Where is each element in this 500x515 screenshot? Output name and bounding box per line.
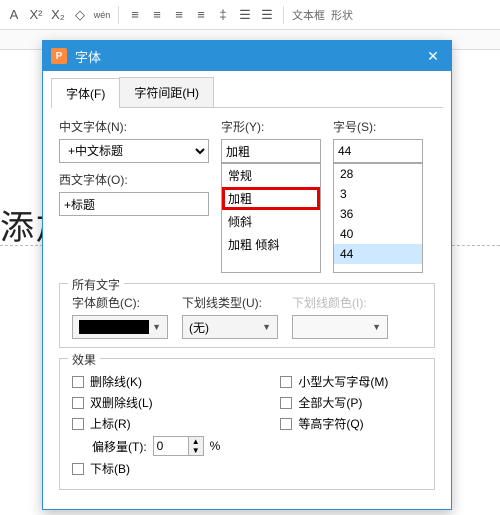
double-strike-checkbox[interactable]: 双删除线(L)	[72, 394, 220, 411]
cn-font-label: 中文字体(N):	[59, 118, 209, 135]
offset-label: 偏移量(T):	[92, 438, 147, 455]
size-option[interactable]: 36	[334, 204, 422, 224]
size-input[interactable]	[333, 139, 423, 163]
underline-color-label: 下划线颜色(I):	[292, 294, 388, 311]
numbering-icon[interactable]: ☰	[259, 7, 275, 23]
tab-font[interactable]: 字体(F)	[51, 78, 120, 108]
effects-legend: 效果	[68, 351, 100, 368]
dialog-tabs: 字体(F) 字符间距(H)	[51, 77, 443, 108]
underline-type-value: (无)	[189, 319, 209, 336]
size-option[interactable]: 28	[334, 164, 422, 184]
tab-spacing[interactable]: 字符间距(H)	[119, 77, 214, 107]
style-option[interactable]: 加粗	[222, 187, 320, 210]
cn-font-select[interactable]: +中文标题	[59, 139, 209, 163]
font-color-icon[interactable]: A	[6, 7, 22, 23]
font-color-dropdown[interactable]: ▼	[72, 315, 168, 339]
style-option[interactable]: 倾斜	[222, 210, 320, 233]
close-button[interactable]: ✕	[423, 48, 443, 65]
subscript-checkbox[interactable]: 下标(B)	[72, 460, 220, 477]
style-option[interactable]: 加粗 倾斜	[222, 233, 320, 256]
chevron-down-icon: ▼	[372, 322, 381, 332]
phonetic-icon[interactable]: wén	[94, 7, 110, 23]
style-option[interactable]: 常规	[222, 164, 320, 187]
all-text-legend: 所有文字	[68, 276, 124, 293]
underline-color-dropdown: ▼	[292, 315, 388, 339]
west-font-label: 西文字体(O):	[59, 171, 209, 188]
shape-label[interactable]: 形状	[331, 7, 353, 23]
west-font-input[interactable]	[59, 192, 209, 216]
clear-format-icon[interactable]: ◇	[72, 7, 88, 23]
size-option[interactable]: 3	[334, 184, 422, 204]
color-swatch	[79, 320, 149, 334]
underline-type-dropdown[interactable]: (无) ▼	[182, 315, 278, 339]
justify-icon[interactable]: ≡	[193, 7, 209, 23]
size-option[interactable]: 44	[334, 244, 422, 264]
editor-toolbar: A X² X₂ ◇ wén ≡ ≡ ≡ ≡ ‡ ☰ ☰ 文本框 形状	[0, 0, 500, 30]
style-listbox[interactable]: 常规 加粗 倾斜 加粗 倾斜	[221, 163, 321, 273]
allcaps-checkbox[interactable]: 全部大写(P)	[280, 394, 388, 411]
offset-row: 偏移量(T): ▲▼ %	[92, 436, 220, 456]
size-option[interactable]: 40	[334, 224, 422, 244]
align-right-icon[interactable]: ≡	[171, 7, 187, 23]
align-center-icon[interactable]: ≡	[149, 7, 165, 23]
offset-spinner[interactable]: ▲▼	[153, 436, 204, 456]
chevron-down-icon: ▼	[152, 322, 161, 332]
size-listbox[interactable]: 28 3 36 40 44	[333, 163, 423, 273]
effects-group: 效果 删除线(K) 双删除线(L) 上标(R) 偏移量(T): ▲▼ % 下标(…	[59, 358, 435, 490]
offset-input[interactable]	[153, 436, 189, 456]
smallcaps-checkbox[interactable]: 小型大写字母(M)	[280, 373, 388, 390]
font-color-label: 字体颜色(C):	[72, 294, 168, 311]
offset-unit: %	[210, 439, 221, 453]
size-label: 字号(S):	[333, 118, 423, 135]
app-logo-icon: P	[51, 48, 67, 64]
strike-checkbox[interactable]: 删除线(K)	[72, 373, 220, 390]
spin-down-icon[interactable]: ▼	[189, 446, 203, 455]
underline-type-label: 下划线类型(U):	[182, 294, 278, 311]
spin-up-icon[interactable]: ▲	[189, 437, 203, 446]
textbox-label[interactable]: 文本框	[292, 7, 325, 23]
align-left-icon[interactable]: ≡	[127, 7, 143, 23]
dialog-title: 字体	[75, 47, 423, 66]
all-text-group: 所有文字 字体颜色(C): ▼ 下划线类型(U): (无)▼ 下划线颜色(I):…	[59, 283, 435, 348]
dialog-titlebar: P 字体 ✕	[43, 41, 451, 71]
subscript-icon[interactable]: X₂	[50, 7, 66, 23]
equal-height-checkbox[interactable]: 等高字符(Q)	[280, 415, 388, 432]
style-input[interactable]	[221, 139, 321, 163]
superscript-checkbox[interactable]: 上标(R)	[72, 415, 220, 432]
line-spacing-icon[interactable]: ‡	[215, 7, 231, 23]
style-label: 字形(Y):	[221, 118, 321, 135]
bullets-icon[interactable]: ☰	[237, 7, 253, 23]
chevron-down-icon: ▼	[262, 322, 271, 332]
superscript-icon[interactable]: X²	[28, 7, 44, 23]
font-dialog: P 字体 ✕ 字体(F) 字符间距(H) 中文字体(N): +中文标题 西文字体…	[42, 40, 452, 510]
